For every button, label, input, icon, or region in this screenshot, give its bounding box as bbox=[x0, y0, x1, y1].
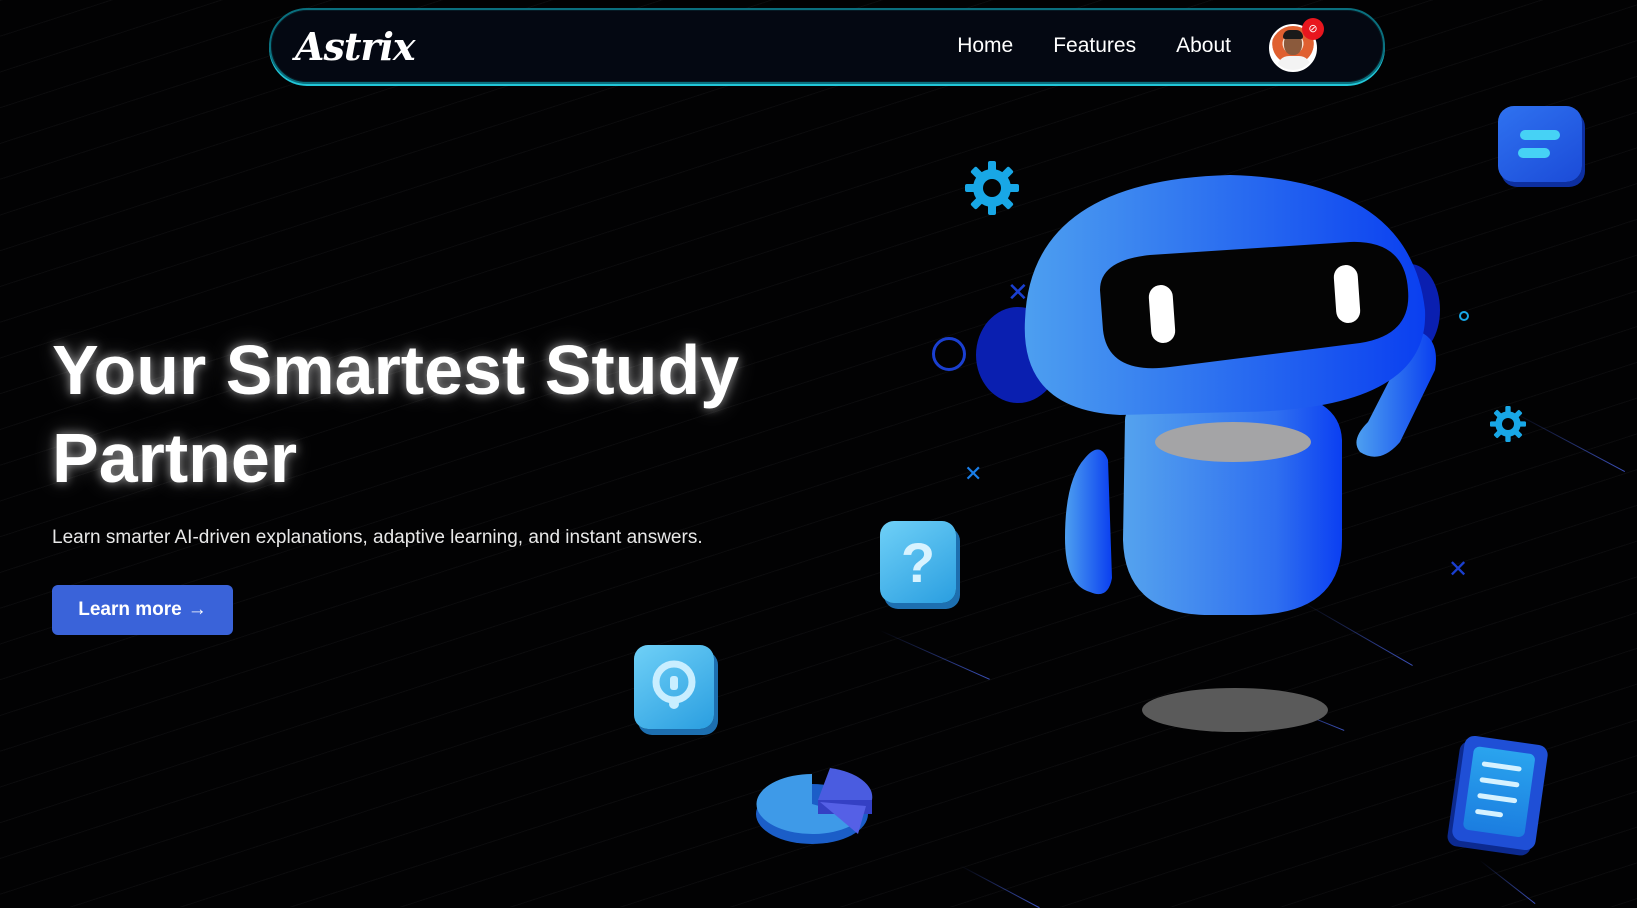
chat-line bbox=[1520, 130, 1560, 140]
chat-line bbox=[1518, 148, 1550, 158]
question-mark: ? bbox=[900, 530, 936, 594]
avatar-body bbox=[1277, 56, 1311, 70]
nav-link-features[interactable]: Features bbox=[1053, 34, 1136, 58]
document-line bbox=[1479, 777, 1520, 788]
top-navbar: Astrix Home Features About ⊘ bbox=[269, 8, 1385, 84]
document-line bbox=[1477, 792, 1518, 804]
nav-link-home[interactable]: Home bbox=[957, 34, 1013, 58]
hero-subtitle: Learn smarter AI-driven explanations, ad… bbox=[52, 527, 703, 548]
question-box-icon: ? bbox=[880, 521, 956, 603]
pie-chart-icon bbox=[756, 768, 873, 844]
brand-logo[interactable]: Astrix bbox=[295, 24, 416, 69]
hero-title: Your Smartest Study Partner bbox=[52, 331, 740, 497]
ring-decoration bbox=[932, 337, 966, 371]
cross-decoration: ✕ bbox=[964, 462, 983, 487]
learn-more-label: Learn more bbox=[78, 599, 182, 620]
cross-decoration: ✕ bbox=[1007, 278, 1029, 308]
arrow-right-icon: → bbox=[187, 599, 207, 620]
document-line bbox=[1481, 761, 1522, 772]
document-page bbox=[1462, 745, 1536, 838]
nav-links: Home Features About bbox=[957, 34, 1231, 58]
nav-link-about[interactable]: About bbox=[1176, 34, 1231, 58]
ring-decoration bbox=[1459, 311, 1469, 321]
gear-icon bbox=[965, 161, 1019, 215]
avatar-hair bbox=[1283, 30, 1303, 39]
notification-badge-icon[interactable]: ⊘ bbox=[1302, 18, 1324, 40]
robot-icon bbox=[976, 175, 1440, 732]
cross-decoration: ✕ bbox=[1448, 555, 1469, 583]
question-box-icon bbox=[634, 645, 714, 729]
learn-more-button[interactable]: Learn more → bbox=[52, 585, 233, 635]
document-icon bbox=[1451, 734, 1549, 852]
document-line bbox=[1474, 808, 1504, 818]
robot-shadow bbox=[1142, 688, 1328, 732]
gear-icon bbox=[1490, 406, 1526, 442]
question-bubble-icon bbox=[652, 660, 696, 709]
chat-bubble-icon bbox=[1498, 106, 1582, 182]
